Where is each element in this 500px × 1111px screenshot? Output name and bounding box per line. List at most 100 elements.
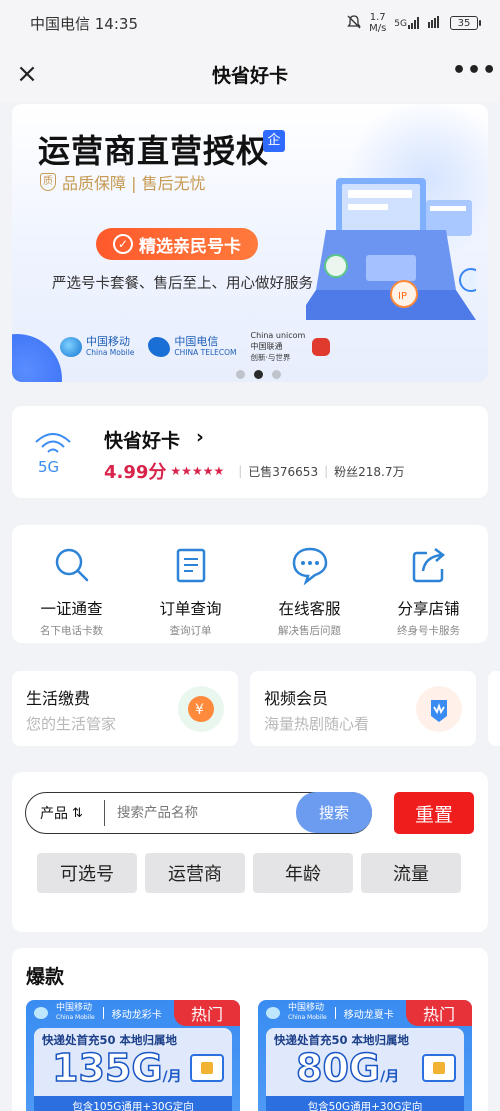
hot-tag: 热门 [406,1000,472,1026]
product-data-amount: 80G/月 [295,1045,400,1091]
quick-card-more[interactable] [488,671,500,746]
order-list-icon [176,548,205,583]
carousel-dot[interactable] [272,370,281,379]
quick-card-life-payment[interactable]: 生活缴费 您的生活管家 ¥ [12,671,238,746]
nav-bar: × 快省好卡 ••• [0,46,500,102]
service-subtitle: 解决售后问题 [278,625,341,637]
divider: | [324,464,329,478]
operator-cn: 中国移动 [288,1003,325,1013]
logo-sub: 创新·与世界 [250,353,291,362]
search-box: 产品 ⇅ 搜索 [25,792,372,834]
filter-selectable-number[interactable]: 可选号 [37,853,137,893]
svg-text:IP: IP [398,291,407,302]
carrier-time: 中国电信 14:35 [30,14,138,33]
svg-text:5G: 5G [38,458,59,476]
product-series: 移动龙彩卡 [111,1009,162,1021]
divider [102,1007,104,1019]
chevron-right-icon[interactable]: › [196,426,204,448]
check-icon: ✓ [113,234,133,254]
page-title: 快省好卡 [211,64,288,87]
service-grid: 一证通查 名下电话卡数 订单查询 查询订单 在线客服 解决售后问题 分享店铺 终… [12,525,488,643]
service-order-query[interactable]: 订单查询 查询订单 [131,525,250,643]
status-bar: 中国电信 14:35 1.7 M/s 5G 35 [0,0,500,46]
divider: | [238,464,243,478]
quick-card-subtitle: 海量热剧随心看 [264,715,370,733]
product-panel: 快递处首充50 本地归属地 80G/月 包含50G通用+30G定向 [266,1028,464,1111]
service-subtitle: 查询订单 [169,625,212,637]
product-selector[interactable]: 产品 ⇅ [26,803,104,823]
banner-guarantee: 质 品质保障 | 售后无忧 [40,170,206,194]
wifi-icon [428,15,442,31]
search-card: 产品 ⇅ 搜索 重置 可选号 运营商 年龄 流量 [12,772,488,932]
enterprise-badge: 企 [263,130,285,152]
filter-operator[interactable]: 运营商 [145,853,245,893]
filter-data[interactable]: 流量 [361,853,461,893]
data-value: 80G [295,1045,381,1091]
filter-row: 可选号 运营商 年龄 流量 [37,853,461,893]
reset-button[interactable]: 重置 [394,792,474,834]
speed-value: 1.7 [369,12,386,23]
service-subtitle: 终身号卡服务 [397,625,460,637]
china-mobile-icon [266,1007,280,1019]
quick-card-subtitle: 您的生活管家 [26,715,117,733]
operator-en: China Mobile [288,1014,327,1021]
data-unit: /月 [162,1069,182,1085]
banner-title: 运营商直营授权 [38,132,270,170]
quick-card-video-vip[interactable]: 视频会员 海量热剧随心看 [250,671,476,746]
operator-name: 中国移动 China Mobile [56,1004,95,1022]
product-card[interactable]: 中国移动 China Mobile 移动龙彩卡 热门 快递处首充50 本地归属地 … [26,1000,240,1111]
product-footer: 包含105G通用+30G定向 [34,1096,232,1111]
service-online-support[interactable]: 在线客服 解决售后问题 [250,525,369,643]
fans-count: 粉丝218.7万 [334,464,405,479]
filter-age[interactable]: 年龄 [253,853,353,893]
shop-card[interactable]: 5G 快省好卡 › 4.99分 ★★★★★ | 已售376653 | 粉丝218… [12,406,488,498]
operator-name: 中国移动 China Mobile [288,1004,327,1022]
search-icon [55,548,88,582]
service-id-check[interactable]: 一证通查 名下电话卡数 [12,525,131,643]
share-icon [412,548,445,583]
banner-description: 严选号卡套餐、售后至上、用心做好服务 [52,276,313,292]
shop-score: 4.99分 [104,462,167,483]
data-unit: /月 [380,1069,400,1085]
section-title: 爆款 [26,966,65,988]
logo-sub: CHINA TELECOM [174,347,237,357]
service-title: 一证通查 [40,600,103,618]
sort-icon: ⇅ [72,805,83,821]
logo-name: China unicom中国联通 [250,331,306,351]
search-button[interactable]: 搜索 [296,792,372,833]
china-telecom-mark-icon [148,336,171,357]
svg-text:¥: ¥ [195,702,204,718]
shop-name[interactable]: 快省好卡 [104,426,180,453]
5g-signal-icon: 5G [35,433,71,476]
logo-name: 中国移动 [86,334,130,348]
battery-icon: 35 [450,16,481,30]
service-title: 分享店铺 [397,600,460,618]
sim-card-icon [422,1054,456,1082]
laptop-illustration-icon: IP [306,178,476,320]
service-title: 订单查询 [159,600,222,618]
network-speed: 1.7 M/s [369,12,386,34]
data-value: 135G [51,1045,163,1091]
pill-label: 精选亲民号卡 [139,236,241,257]
featured-pill: ✓ 精选亲民号卡 [96,228,258,260]
product-panel: 快递处首充50 本地归属地 135G/月 包含105G通用+30G定向 [34,1028,232,1111]
sim-card-icon [190,1054,224,1082]
mute-icon [347,14,361,32]
operator-en: China Mobile [56,1014,95,1021]
operator-cn: 中国移动 [56,1003,93,1013]
service-share-shop[interactable]: 分享店铺 终身号卡服务 [369,525,488,643]
product-series: 移动龙夏卡 [343,1009,394,1021]
payment-icon: ¥ [178,686,224,732]
logo-name: 中国电信 [174,334,219,348]
quick-card-title: 生活缴费 [26,689,91,708]
product-card[interactable]: 中国移动 China Mobile 移动龙夏卡 热门 快递处首充50 本地归属地 … [258,1000,472,1111]
close-icon[interactable]: × [12,59,42,89]
signal-icon: 5G [394,17,420,29]
more-icon[interactable]: ••• [452,59,496,89]
sold-count: 已售376653 [248,464,319,479]
promo-banner[interactable]: 运营商直营授权 企 质 品质保障 | 售后无忧 ✓ 精选亲民号卡 严选号卡套餐、… [12,104,488,382]
carousel-dot[interactable] [236,370,245,379]
product-data-amount: 135G/月 [51,1045,182,1091]
service-subtitle: 名下电话卡数 [40,625,103,637]
carousel-dot-active[interactable] [254,370,263,379]
